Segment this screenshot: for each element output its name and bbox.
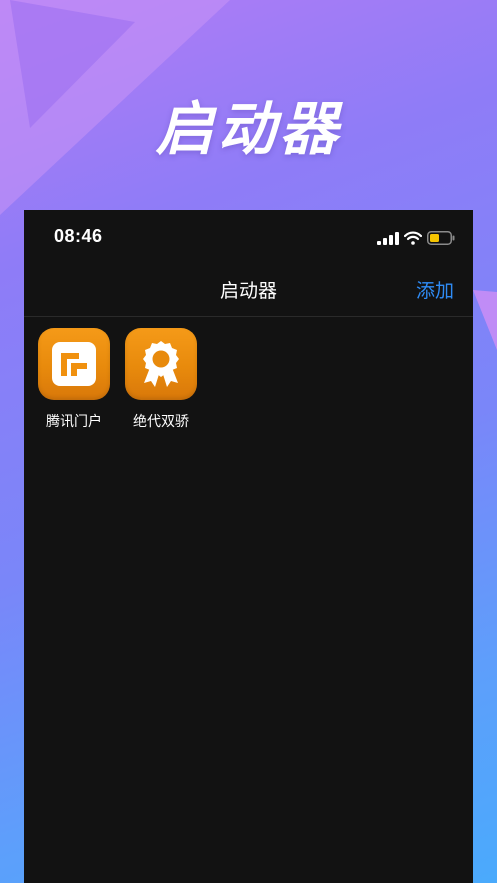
- phone-screen: 08:46 启动器 添加 腾讯门户 绝代双骄: [24, 210, 473, 883]
- status-bar: 08:46: [24, 210, 473, 262]
- add-button[interactable]: 添加: [416, 276, 454, 303]
- status-icons: [377, 230, 455, 246]
- wifi-icon: [404, 231, 422, 245]
- tencent-portal-icon[interactable]: [38, 328, 110, 400]
- signal-icon: [377, 231, 399, 245]
- app-item-juedai-shuangjiao[interactable]: 绝代双骄: [125, 328, 197, 431]
- award-ribbon-icon[interactable]: [125, 328, 197, 400]
- battery-icon: [427, 231, 455, 245]
- page-title: 启动器: [219, 280, 277, 302]
- status-time: 08:46: [54, 226, 103, 246]
- banner-title: 启动器: [155, 95, 342, 163]
- app-item-tencent-portal[interactable]: 腾讯门户: [38, 328, 110, 431]
- app-label: 绝代双骄: [133, 414, 189, 430]
- navigation-bar: 启动器 添加: [24, 262, 473, 317]
- app-grid: 腾讯门户 绝代双骄: [38, 328, 197, 431]
- app-label: 腾讯门户: [46, 414, 102, 430]
